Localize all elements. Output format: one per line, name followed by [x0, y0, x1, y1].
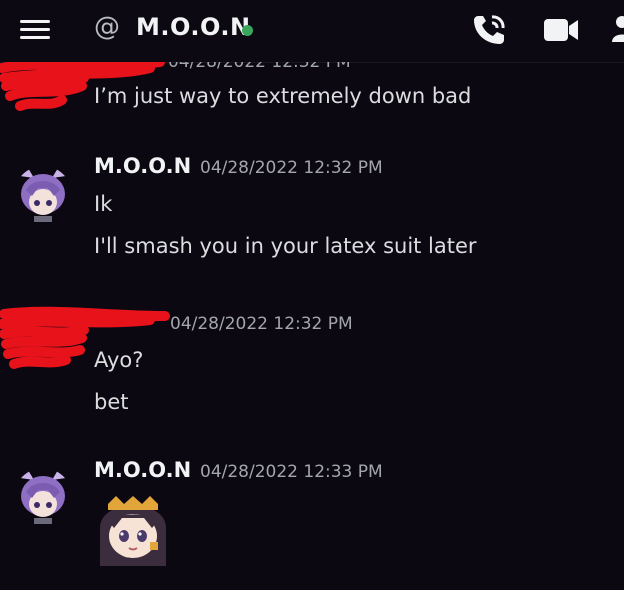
message-author[interactable]: M.O.O.N: [94, 458, 191, 482]
online-status-dot: [242, 25, 253, 36]
message-text: Ayo?: [94, 348, 144, 372]
message-text: I’m just way to extremely down bad: [94, 84, 472, 108]
message-timestamp: 04/28/2022 12:32 PM: [200, 158, 383, 178]
message-item: 04/28/2022 12:32 PM Ayo? bet: [0, 306, 624, 426]
message-timestamp: 04/28/2022 12:32 PM: [170, 314, 353, 334]
message-text: I'll smash you in your latex suit later: [94, 234, 477, 258]
message-timestamp: 04/28/2022 12:32 PM: [168, 62, 351, 72]
message-text: bet: [94, 390, 129, 414]
message-item: M.O.O.N 04/28/2022 12:33 PM: [0, 454, 624, 590]
member-list-icon[interactable]: [610, 12, 624, 48]
message-timestamp: 04/28/2022 12:33 PM: [200, 462, 383, 482]
message-item: M.O.O.N 04/28/2022 12:32 PM Ik I'll smas…: [0, 154, 624, 274]
message-text: Ik: [94, 192, 113, 216]
video-camera-icon[interactable]: [540, 12, 580, 48]
message-list[interactable]: 04/28/2022 12:32 PM I’m just way to extr…: [0, 62, 624, 590]
menu-icon[interactable]: [20, 18, 50, 42]
phone-icon[interactable]: [470, 12, 510, 48]
redaction-scribble: [0, 306, 170, 369]
channel-header: @ M.O.O.N: [0, 0, 624, 63]
message-item: 04/28/2022 12:32 PM I’m just way to extr…: [0, 62, 624, 122]
avatar[interactable]: [14, 468, 72, 526]
dm-title[interactable]: M.O.O.N: [136, 13, 251, 41]
message-author[interactable]: M.O.O.N: [94, 154, 191, 178]
avatar[interactable]: [14, 166, 72, 224]
at-icon: @: [94, 12, 120, 42]
anime-girl-sticker[interactable]: [94, 488, 172, 566]
